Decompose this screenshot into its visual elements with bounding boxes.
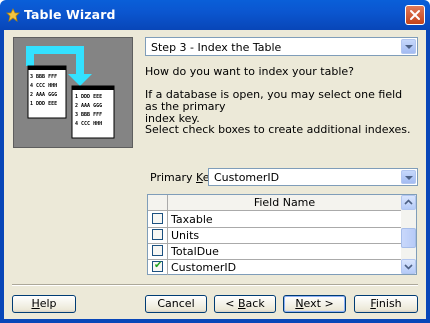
primary-info-line1: If a database is open, you may select on… (145, 88, 403, 113)
primary-key-value: CustomerID (214, 171, 280, 184)
field-name: Taxable (171, 213, 213, 226)
title-bar[interactable]: Table Wizard (0, 0, 430, 30)
grid-scrollbar[interactable] (401, 195, 416, 274)
checkbox-info: Select check boxes to create additional … (145, 123, 411, 136)
window-title: Table Wizard (24, 7, 116, 22)
chevron-down-icon[interactable] (401, 170, 416, 184)
close-button[interactable] (405, 5, 425, 25)
arrow-right (76, 46, 84, 74)
help-button[interactable]: Help (12, 295, 76, 313)
scroll-up-button[interactable] (401, 195, 416, 210)
front-table-rows: 1 DDD EEE 2 AAA GGG 3 BBB FFF 4 CCC HHH (75, 94, 103, 127)
chevron-down-icon[interactable] (401, 39, 416, 54)
chevron-up-icon (404, 199, 413, 205)
index-checkbox-checked[interactable]: ✔ (152, 260, 163, 272)
index-question: How do you want to index your table? (145, 65, 354, 78)
finish-button[interactable]: Finish (354, 295, 418, 313)
table-row[interactable]: TotalDue (148, 243, 401, 260)
scroll-thumb[interactable] (401, 228, 416, 248)
window-border-bottom (0, 319, 430, 323)
arrow-left (26, 46, 34, 66)
field-name: CustomerID (171, 261, 237, 274)
index-checkbox[interactable] (152, 245, 163, 256)
cancel-button[interactable]: Cancel (145, 295, 207, 313)
field-name-header: Field Name (253, 196, 316, 209)
step-combobox-value: Step 3 - Index the Table (151, 41, 282, 54)
primary-info: If a database is open, you may select on… (145, 89, 415, 125)
scroll-down-button[interactable] (401, 259, 416, 274)
step-combobox[interactable]: Step 3 - Index the Table (145, 37, 418, 56)
grid-header: Field Name (148, 195, 401, 211)
field-name: Units (171, 229, 200, 242)
back-table-rows: 3 BBB FFF 4 CCC HHH 2 AAA GGG 1 DDD EEE (30, 74, 58, 107)
wizard-icon (6, 8, 20, 22)
field-name: TotalDue (171, 245, 219, 258)
checkmark-icon: ✔ (154, 260, 163, 271)
primary-key-combobox[interactable]: CustomerID (208, 168, 418, 186)
index-fields-grid[interactable]: Field Name Taxable Units TotalDue ✔ Cust… (147, 194, 417, 275)
index-checkbox[interactable] (152, 229, 163, 240)
close-icon (410, 10, 420, 20)
table-row[interactable]: Units (148, 227, 401, 244)
index-checkbox[interactable] (152, 213, 163, 224)
chevron-down-icon (404, 264, 413, 270)
button-separator (12, 284, 418, 286)
wizard-illustration: 3 BBB FFF 4 CCC HHH 2 AAA GGG 1 DDD EEE … (13, 37, 133, 148)
arrow-top (26, 46, 84, 54)
next-button[interactable]: Next > (283, 295, 346, 313)
back-button[interactable]: < Back (214, 295, 276, 313)
table-row[interactable]: Taxable (148, 211, 401, 228)
window-border-right (426, 30, 430, 323)
arrow-head (68, 74, 92, 86)
table-row[interactable]: ✔ CustomerID (148, 259, 401, 275)
